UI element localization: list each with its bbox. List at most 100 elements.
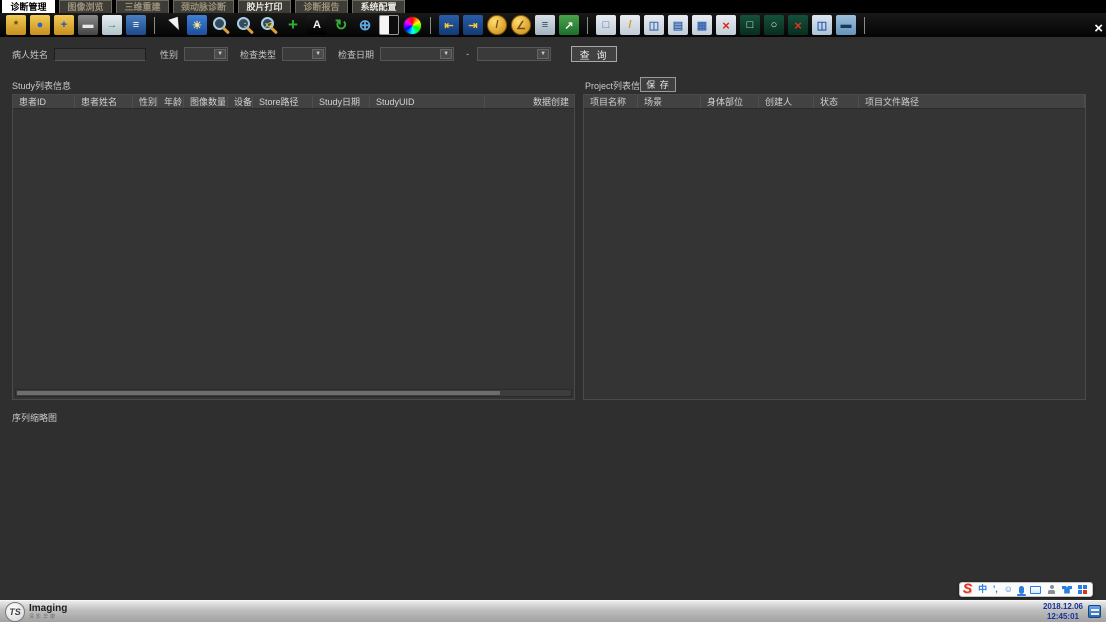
bring-front-layer-icon[interactable]: ⇥ <box>463 15 483 35</box>
send-back-layer-icon[interactable]: ⇤ <box>439 15 459 35</box>
study-list-title: Study列表信息 <box>12 79 71 92</box>
layout-grid-icon[interactable]: ▦ <box>692 15 712 35</box>
tab-bar: 诊断管理图像浏览三维重建颈动脉诊断胶片打印诊断报告系统配置 <box>0 0 1106 13</box>
tab-diagnosis-management[interactable]: 诊断管理 <box>2 0 55 13</box>
toolbar-separator <box>587 17 588 34</box>
series-thumbnail-area <box>12 425 1094 596</box>
pan-icon[interactable]: + <box>283 15 303 35</box>
open-remote-folder-icon[interactable]: ● <box>30 15 50 35</box>
exam-type-select[interactable]: ▼ <box>282 47 326 61</box>
tab-film-print[interactable]: 胶片打印 <box>238 0 291 13</box>
study-table-body[interactable] <box>13 109 574 399</box>
column-header-gender[interactable]: 性别 <box>133 95 158 108</box>
color-palette-icon[interactable] <box>403 16 422 35</box>
layout-single-icon[interactable]: □ <box>596 15 616 35</box>
patient-name-input[interactable] <box>54 48 146 61</box>
column-header-device[interactable]: 设备 <box>228 95 253 108</box>
tab-3d-reconstruction[interactable]: 三维重建 <box>116 0 169 13</box>
tab-image-browse[interactable]: 图像浏览 <box>59 0 112 13</box>
refresh-icon[interactable]: ↻ <box>331 15 351 35</box>
column-header-patient-name[interactable]: 患者姓名 <box>75 95 133 108</box>
roi-rectangle-icon[interactable]: □ <box>740 15 760 35</box>
keyboard-icon[interactable] <box>1030 586 1041 594</box>
select-cursor-icon[interactable] <box>163 15 183 35</box>
zoom-icon[interactable] <box>211 15 231 35</box>
measure-length-icon[interactable]: / <box>487 15 507 35</box>
chevron-down-icon: ▼ <box>440 49 452 59</box>
toolbar-separator <box>864 17 865 34</box>
export-image-icon[interactable]: ↗ <box>559 15 579 35</box>
close-button[interactable]: × <box>1094 21 1103 36</box>
exam-date-label: 检查日期 <box>338 48 374 61</box>
tab-system-config[interactable]: 系统配置 <box>352 0 405 13</box>
open-local-folder-icon[interactable]: * <box>6 15 26 35</box>
chinese-mode-icon[interactable]: 中 <box>978 585 987 594</box>
system-clock[interactable]: 2018.12.06 12:45:01 <box>1043 602 1083 621</box>
clock-time: 12:45:01 <box>1043 612 1083 622</box>
patient-search-form: 病人姓名 性别 ▼ 检查类型 ▼ 检查日期 ▼ - ▼ 查 询 <box>12 46 617 62</box>
brand-title: Imaging <box>29 604 67 614</box>
skin-icon[interactable] <box>1062 586 1072 594</box>
report-notes-icon[interactable]: ≡ <box>535 15 555 35</box>
layout-two-vertical-icon[interactable]: ◫ <box>644 15 664 35</box>
zoom-2x-icon[interactable]: x2 <box>259 15 279 35</box>
column-header-patient-id[interactable]: 患者ID <box>13 95 75 108</box>
roi-delete-icon[interactable]: × <box>788 15 808 35</box>
scrollbar-thumb[interactable] <box>17 391 500 395</box>
add-folder-icon[interactable]: + <box>54 15 74 35</box>
database-manage-icon[interactable]: ≡ <box>126 15 146 35</box>
transfer-cine-icon[interactable]: ▬ <box>836 15 856 35</box>
sogou-logo-icon[interactable]: S <box>963 581 972 595</box>
toolbar-separator <box>154 17 155 34</box>
account-icon[interactable] <box>1047 585 1056 594</box>
fit-window-icon[interactable]: ⊕ <box>355 15 375 35</box>
window-level-icon[interactable] <box>379 15 399 35</box>
tab-diagnosis-report[interactable]: 诊断报告 <box>295 0 348 13</box>
column-header-data-created[interactable]: 数据创建 <box>526 95 574 108</box>
ime-toolbar: S 中 ', ☺ <box>959 582 1093 597</box>
language-bar-icon[interactable] <box>1088 605 1101 618</box>
column-header-body-part[interactable]: 身体部位 <box>701 95 759 108</box>
roi-ellipse-icon[interactable]: ○ <box>764 15 784 35</box>
gender-label: 性别 <box>160 48 178 61</box>
zoom-region-icon[interactable]: : <box>235 15 255 35</box>
study-layout-icon[interactable]: ▬ <box>78 15 98 35</box>
column-header-age[interactable]: 年龄 <box>158 95 184 108</box>
column-header-project-file-path[interactable]: 项目文件路径 <box>859 95 1085 108</box>
column-header-creator[interactable]: 创建人 <box>759 95 814 108</box>
layout-dual-icon[interactable]: ◫ <box>812 15 832 35</box>
study-table-header: 患者ID患者姓名性别年龄图像数量设备Store路径Study日期StudyUID… <box>13 95 574 109</box>
import-study-icon[interactable]: → <box>102 15 122 35</box>
column-header-scene[interactable]: 场景 <box>638 95 701 108</box>
ts-imaging-logo: TS <box>5 602 25 622</box>
column-header-study-uid[interactable]: StudyUID <box>370 95 485 108</box>
column-header-store-path[interactable]: Store路径 <box>253 95 313 108</box>
measure-angle-icon[interactable]: ∠ <box>511 15 531 35</box>
tab-carotid-diagnosis[interactable]: 颈动脉诊断 <box>173 0 234 13</box>
exam-date-from-select[interactable]: ▼ <box>380 47 454 61</box>
chevron-down-icon: ▼ <box>312 49 324 59</box>
layout-edit-icon[interactable]: / <box>620 15 640 35</box>
text-annotation-icon[interactable]: A <box>307 15 327 35</box>
account-icon <box>1047 585 1056 594</box>
horizontal-scrollbar[interactable] <box>15 389 572 397</box>
window-image-icon[interactable]: ☀ <box>187 15 207 35</box>
punctuation-icon[interactable]: ', <box>993 585 998 594</box>
column-header-status[interactable]: 状态 <box>814 95 859 108</box>
mic-icon[interactable] <box>1019 586 1024 594</box>
exam-date-to-select[interactable]: ▼ <box>477 47 551 61</box>
layout-close-icon[interactable]: × <box>716 15 736 35</box>
save-button[interactable]: 保 存 <box>640 77 676 92</box>
emoji-icon[interactable]: ☺ <box>1004 585 1013 594</box>
keyboard-icon <box>1030 586 1041 594</box>
gender-select[interactable]: ▼ <box>184 47 228 61</box>
brand-subtitle: 清影华康 <box>29 615 67 620</box>
column-header-project-name[interactable]: 项目名称 <box>584 95 638 108</box>
layout-two-horizontal-icon[interactable]: ▤ <box>668 15 688 35</box>
column-header-image-count[interactable]: 图像数量 <box>184 95 228 108</box>
column-header-study-date[interactable]: Study日期 <box>313 95 370 108</box>
query-button[interactable]: 查 询 <box>571 46 617 62</box>
project-table-body[interactable] <box>584 109 1085 399</box>
toolbox-icon[interactable] <box>1078 585 1087 594</box>
main-content: 病人姓名 性别 ▼ 检查类型 ▼ 检查日期 ▼ - ▼ 查 询 Study列表信… <box>0 37 1106 600</box>
